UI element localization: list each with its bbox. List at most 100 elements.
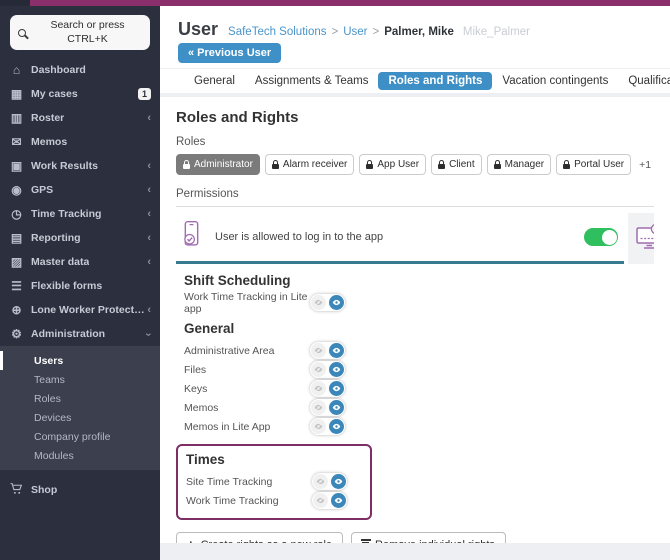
lock-icon <box>272 164 279 169</box>
sidebar-nav: ⌂ Dashboard ▦ My cases 1 ▥ Roster ‹ ✉ Me… <box>0 58 160 346</box>
breadcrumb-separator: > <box>372 26 379 38</box>
visibility-toggle[interactable] <box>310 418 345 435</box>
permission-cards: User is allowed to log in to the app U <box>176 213 654 264</box>
home-icon: ⌂ <box>9 63 24 77</box>
web-login-permission-card[interactable]: U <box>628 213 654 264</box>
sidebar-item-label: Master data <box>31 256 89 268</box>
visibility-toggle[interactable] <box>310 399 345 416</box>
eye-off-icon[interactable] <box>313 474 328 489</box>
section-times: Times Site Time Tracking Work Time Track… <box>176 444 372 520</box>
eye-off-icon[interactable] <box>313 493 328 508</box>
search-label: Search or press CTRL+K <box>33 19 142 45</box>
eye-off-icon[interactable] <box>311 362 326 377</box>
eye-off-icon[interactable] <box>311 381 326 396</box>
submenu-item-roles[interactable]: Roles <box>0 389 160 408</box>
submenu-item-teams[interactable]: Teams <box>0 370 160 389</box>
permission-row-label: Memos in Lite App <box>184 421 310 433</box>
sidebar-item-time-tracking[interactable]: ◷ Time Tracking ‹ <box>0 202 160 226</box>
role-button-alarm-receiver[interactable]: Alarm receiver <box>265 154 354 175</box>
sidebar-item-memos[interactable]: ✉ Memos <box>0 130 160 154</box>
eye-icon[interactable] <box>329 381 344 396</box>
section-general: General Administrative Area Files <box>184 321 654 436</box>
sidebar: Search or press CTRL+K ⌂ Dashboard ▦ My … <box>0 6 160 560</box>
eye-icon[interactable] <box>329 400 344 415</box>
sidebar-item-lone-worker-protection[interactable]: ⊕ Lone Worker Protection ‹ <box>0 298 160 322</box>
lock-icon <box>438 164 445 169</box>
previous-user-button[interactable]: « Previous User <box>178 43 281 63</box>
permission-row-label: Memos <box>184 402 310 414</box>
sidebar-item-label: Roster <box>31 112 64 124</box>
tab-qualifications[interactable]: Qualifications <box>618 72 670 90</box>
chevron-icon: ‹ <box>147 113 151 124</box>
roster-icon: ▥ <box>9 111 24 125</box>
submenu-item-label: Roles <box>34 393 61 405</box>
sidebar-item-label: GPS <box>31 184 53 196</box>
tab-roles-and-rights[interactable]: Roles and Rights <box>378 72 492 90</box>
sidebar-item-reporting[interactable]: ▤ Reporting ‹ <box>0 226 160 250</box>
visibility-toggle[interactable] <box>312 492 347 509</box>
tab-general[interactable]: General <box>184 72 245 90</box>
role-button-portal-user[interactable]: Portal User <box>556 154 631 175</box>
breadcrumb-current: Palmer, Mike <box>384 26 454 38</box>
sidebar-item-administration[interactable]: ⚙ Administration ‹ <box>0 322 160 346</box>
eye-off-icon[interactable] <box>311 400 326 415</box>
sidebar-item-label: Shop <box>31 484 57 496</box>
sidebar-item-flexible-forms[interactable]: ☰ Flexible forms <box>0 274 160 298</box>
submenu-item-users[interactable]: Users <box>0 351 160 370</box>
sidebar-item-master-data[interactable]: ▨ Master data ‹ <box>0 250 160 274</box>
create-rights-role-button[interactable]: + Create rights as a new role <box>176 532 343 543</box>
shield-plus-icon: ⊕ <box>9 303 24 317</box>
search-input[interactable]: Search or press CTRL+K <box>10 15 150 50</box>
sidebar-item-label: Work Results <box>31 160 98 172</box>
top-accent-bar <box>0 0 670 6</box>
sidebar-item-label: Dashboard <box>31 64 86 76</box>
sidebar-item-work-results[interactable]: ▣ Work Results ‹ <box>0 154 160 178</box>
lock-icon <box>366 164 373 169</box>
eye-icon[interactable] <box>329 295 344 310</box>
permission-row: Files <box>184 360 654 379</box>
visibility-toggle[interactable] <box>310 294 345 311</box>
eye-icon[interactable] <box>329 343 344 358</box>
sidebar-item-my-cases[interactable]: ▦ My cases 1 <box>0 82 160 106</box>
role-button-app-user[interactable]: App User <box>359 154 426 175</box>
sidebar-item-gps[interactable]: ◉ GPS ‹ <box>0 178 160 202</box>
submenu-item-label: Teams <box>34 374 65 386</box>
submenu-item-devices[interactable]: Devices <box>0 408 160 427</box>
submenu-item-label: Users <box>34 355 63 367</box>
eye-icon[interactable] <box>331 493 346 508</box>
section-title: Times <box>186 452 360 467</box>
submenu-item-company-profile[interactable]: Company profile <box>0 427 160 446</box>
visibility-toggle[interactable] <box>312 473 347 490</box>
role-button-administrator[interactable]: Administrator <box>176 154 260 175</box>
eye-icon[interactable] <box>329 419 344 434</box>
sidebar-item-shop[interactable]: Shop <box>0 478 160 502</box>
sidebar-item-roster[interactable]: ▥ Roster ‹ <box>0 106 160 130</box>
remove-individual-rights-button[interactable]: Remove individual rights <box>351 532 506 543</box>
role-button-label: Portal User <box>574 159 624 170</box>
eye-icon[interactable] <box>329 362 344 377</box>
report-icon: ▤ <box>9 231 24 245</box>
role-button-manager[interactable]: Manager <box>487 154 551 175</box>
sidebar-item-label: My cases <box>31 88 78 100</box>
role-button-label: Alarm receiver <box>283 159 347 170</box>
tab-assignments-teams[interactable]: Assignments & Teams <box>245 72 379 90</box>
breadcrumb-root-link[interactable]: SafeTech Solutions <box>228 26 326 38</box>
app-login-permission-card[interactable]: User is allowed to log in to the app <box>176 213 624 264</box>
permission-row-label: Keys <box>184 383 310 395</box>
eye-off-icon[interactable] <box>311 343 326 358</box>
visibility-toggle[interactable] <box>310 361 345 378</box>
role-button-client[interactable]: Client <box>431 154 482 175</box>
app-login-toggle[interactable] <box>584 228 618 246</box>
tab-vacation-contingents[interactable]: Vacation contingents <box>492 72 618 90</box>
breadcrumb-section-link[interactable]: User <box>343 26 367 38</box>
plus-icon: + <box>187 538 195 543</box>
create-rights-role-label: Create rights as a new role <box>201 539 332 544</box>
visibility-toggle[interactable] <box>310 380 345 397</box>
eye-off-icon[interactable] <box>311 295 326 310</box>
sidebar-item-dashboard[interactable]: ⌂ Dashboard <box>0 58 160 82</box>
eye-off-icon[interactable] <box>311 419 326 434</box>
eye-icon[interactable] <box>331 474 346 489</box>
submenu-item-modules[interactable]: Modules <box>0 446 160 465</box>
visibility-toggle[interactable] <box>310 342 345 359</box>
permission-row-label: Files <box>184 364 310 376</box>
